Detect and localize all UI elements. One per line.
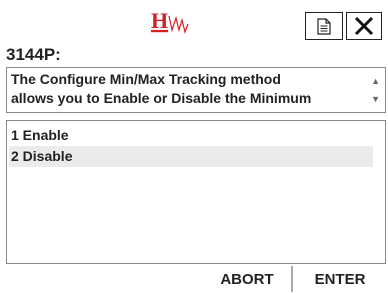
description-box[interactable]: The Configure Min/Max Tracking method al… — [6, 67, 386, 113]
options-list: 1 Enable 2 Disable — [6, 120, 386, 264]
close-button[interactable] — [346, 12, 382, 40]
description-text: The Configure Min/Max Tracking method al… — [11, 70, 363, 108]
button-divider — [291, 266, 293, 292]
enter-button[interactable]: ENTER — [297, 265, 383, 293]
close-icon — [354, 16, 374, 36]
list-item-disable[interactable]: 2 Disable — [9, 146, 373, 167]
document-button[interactable] — [305, 12, 343, 40]
hw-logo-icon: H — [149, 6, 209, 38]
svg-text:H: H — [151, 8, 168, 33]
list-item-enable[interactable]: 1 Enable — [9, 125, 373, 146]
scroll-up-icon[interactable]: ▲ — [371, 76, 380, 86]
device-title: 3144P: — [6, 45, 61, 64]
scroll-down-icon[interactable]: ▼ — [371, 94, 380, 104]
document-icon — [317, 17, 331, 35]
abort-button[interactable]: ABORT — [206, 265, 288, 293]
description-line: The Configure Min/Max Tracking method — [11, 71, 281, 87]
description-line: allows you to Enable or Disable the Mini… — [11, 90, 312, 106]
